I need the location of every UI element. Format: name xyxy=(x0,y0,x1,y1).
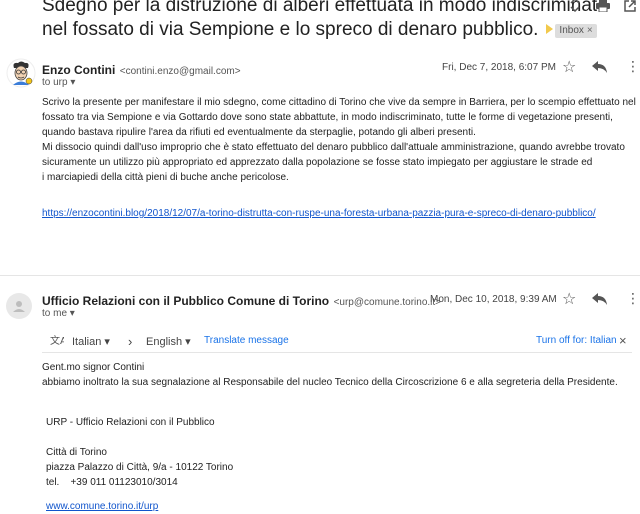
subject-line-2: nel fossato di via Sempione e lo spreco … xyxy=(42,18,597,42)
sender-email-2: <urp@comune.torino.it> xyxy=(333,297,441,308)
importance-marker-icon[interactable] xyxy=(541,24,554,34)
source-language-dropdown-icon: ▾ xyxy=(104,336,110,348)
message-body: Scrivo la presente per manifestare il mi… xyxy=(42,95,638,185)
sender-avatar-default[interactable] xyxy=(6,293,32,324)
body-paragraph: abbiamo inoltrato la sua segnalazione al… xyxy=(42,377,618,388)
more-options-icon[interactable]: ⋮ xyxy=(626,58,640,75)
reply-icon-2[interactable] xyxy=(592,292,608,310)
inbox-label-badge[interactable]: Inbox × xyxy=(555,24,597,38)
default-avatar-icon xyxy=(6,293,32,319)
greeting: Gent.mo signor Contini xyxy=(42,362,145,373)
message-divider xyxy=(0,275,640,276)
recipients-text: to urp xyxy=(42,77,68,88)
body-line: fossato tra via Sempione e via Gottardo … xyxy=(42,112,613,123)
print-icon[interactable] xyxy=(596,0,610,15)
reply-icon[interactable] xyxy=(592,60,608,78)
subject-line-1: Sdegno per la distruzione di alberi effe… xyxy=(42,0,608,16)
avatar-caricature-icon xyxy=(6,58,36,88)
signature-tel: tel. +39 011 01123010/3014 xyxy=(46,477,178,488)
signature: URP - Ufficio Relazioni con il Pubblico … xyxy=(46,415,233,514)
body-line: Scrivo la presente per manifestare il mi… xyxy=(42,97,636,108)
thread-subject: Sdegno per la distruzione di alberi effe… xyxy=(42,0,608,42)
sender-avatar[interactable] xyxy=(6,58,36,93)
translate-icon: 文A xyxy=(50,334,67,349)
close-translate-icon[interactable]: × xyxy=(619,333,627,348)
signature-city: Città di Torino xyxy=(46,447,107,458)
recipients-dropdown-icon[interactable]: ▾ xyxy=(70,77,75,88)
blog-link[interactable]: https://enzocontini.blog/2018/12/07/a-to… xyxy=(42,208,596,219)
recipients-2[interactable]: to me ▾ xyxy=(42,308,75,319)
target-language-dropdown-icon: ▾ xyxy=(185,336,191,348)
subject-line-2-text: nel fossato di via Sempione e lo spreco … xyxy=(42,19,539,40)
recipients-2-dropdown-icon[interactable]: ▾ xyxy=(70,308,75,319)
translate-message-link[interactable]: Translate message xyxy=(204,335,289,346)
message-body-2: Gent.mo signor Contini abbiamo inoltrato… xyxy=(42,360,638,390)
source-language: Italian xyxy=(72,336,102,348)
translate-divider xyxy=(42,352,632,353)
turn-off-translation-link[interactable]: Turn off for: Italian xyxy=(536,335,617,346)
target-language-select[interactable]: English ▾ xyxy=(146,335,191,348)
body-line: Mi dissocio quindi dall'uso improprio ch… xyxy=(42,142,625,153)
star-icon-2[interactable]: ☆ xyxy=(562,289,576,309)
sender-name[interactable]: Enzo Contini xyxy=(42,63,115,77)
star-icon[interactable]: ☆ xyxy=(562,57,576,77)
body-line: quando bastava ripulire l'area da rifiut… xyxy=(42,127,476,138)
target-language: English xyxy=(146,336,183,348)
body-line: i marciapiedi della città pieni di buche… xyxy=(42,172,289,183)
blog-link-wrap: https://enzocontini.blog/2018/12/07/a-to… xyxy=(42,203,596,221)
sender-email: <contini.enzo@gmail.com> xyxy=(119,66,241,77)
message-date: Fri, Dec 7, 2018, 6:07 PM xyxy=(442,62,556,73)
svg-text:文A: 文A xyxy=(50,334,64,346)
expand-all-icon[interactable] xyxy=(568,0,582,15)
inbox-label-text: Inbox xyxy=(559,25,584,36)
message-date-2: Mon, Dec 10, 2018, 9:39 AM xyxy=(430,294,557,305)
sender-line-2: Ufficio Relazioni con il Pubblico Comune… xyxy=(42,292,441,310)
remove-label-icon[interactable]: × xyxy=(587,25,593,36)
body-line: sicuramente un utilizzo più appropriato … xyxy=(42,157,593,168)
signature-org: URP - Ufficio Relazioni con il Pubblico xyxy=(46,417,215,428)
recipients[interactable]: to urp ▾ xyxy=(42,77,75,88)
source-language-select[interactable]: Italian ▾ xyxy=(72,335,110,348)
sender-name-2[interactable]: Ufficio Relazioni con il Pubblico Comune… xyxy=(42,294,329,308)
more-options-icon-2[interactable]: ⋮ xyxy=(626,290,640,307)
translate-arrow-icon: › xyxy=(128,334,133,349)
website-link[interactable]: www.comune.torino.it/urp xyxy=(46,501,158,512)
open-new-window-icon[interactable] xyxy=(624,0,636,15)
signature-address: piazza Palazzo di Città, 9/a - 10122 Tor… xyxy=(46,462,234,473)
recipients-2-text: to me xyxy=(42,308,68,319)
